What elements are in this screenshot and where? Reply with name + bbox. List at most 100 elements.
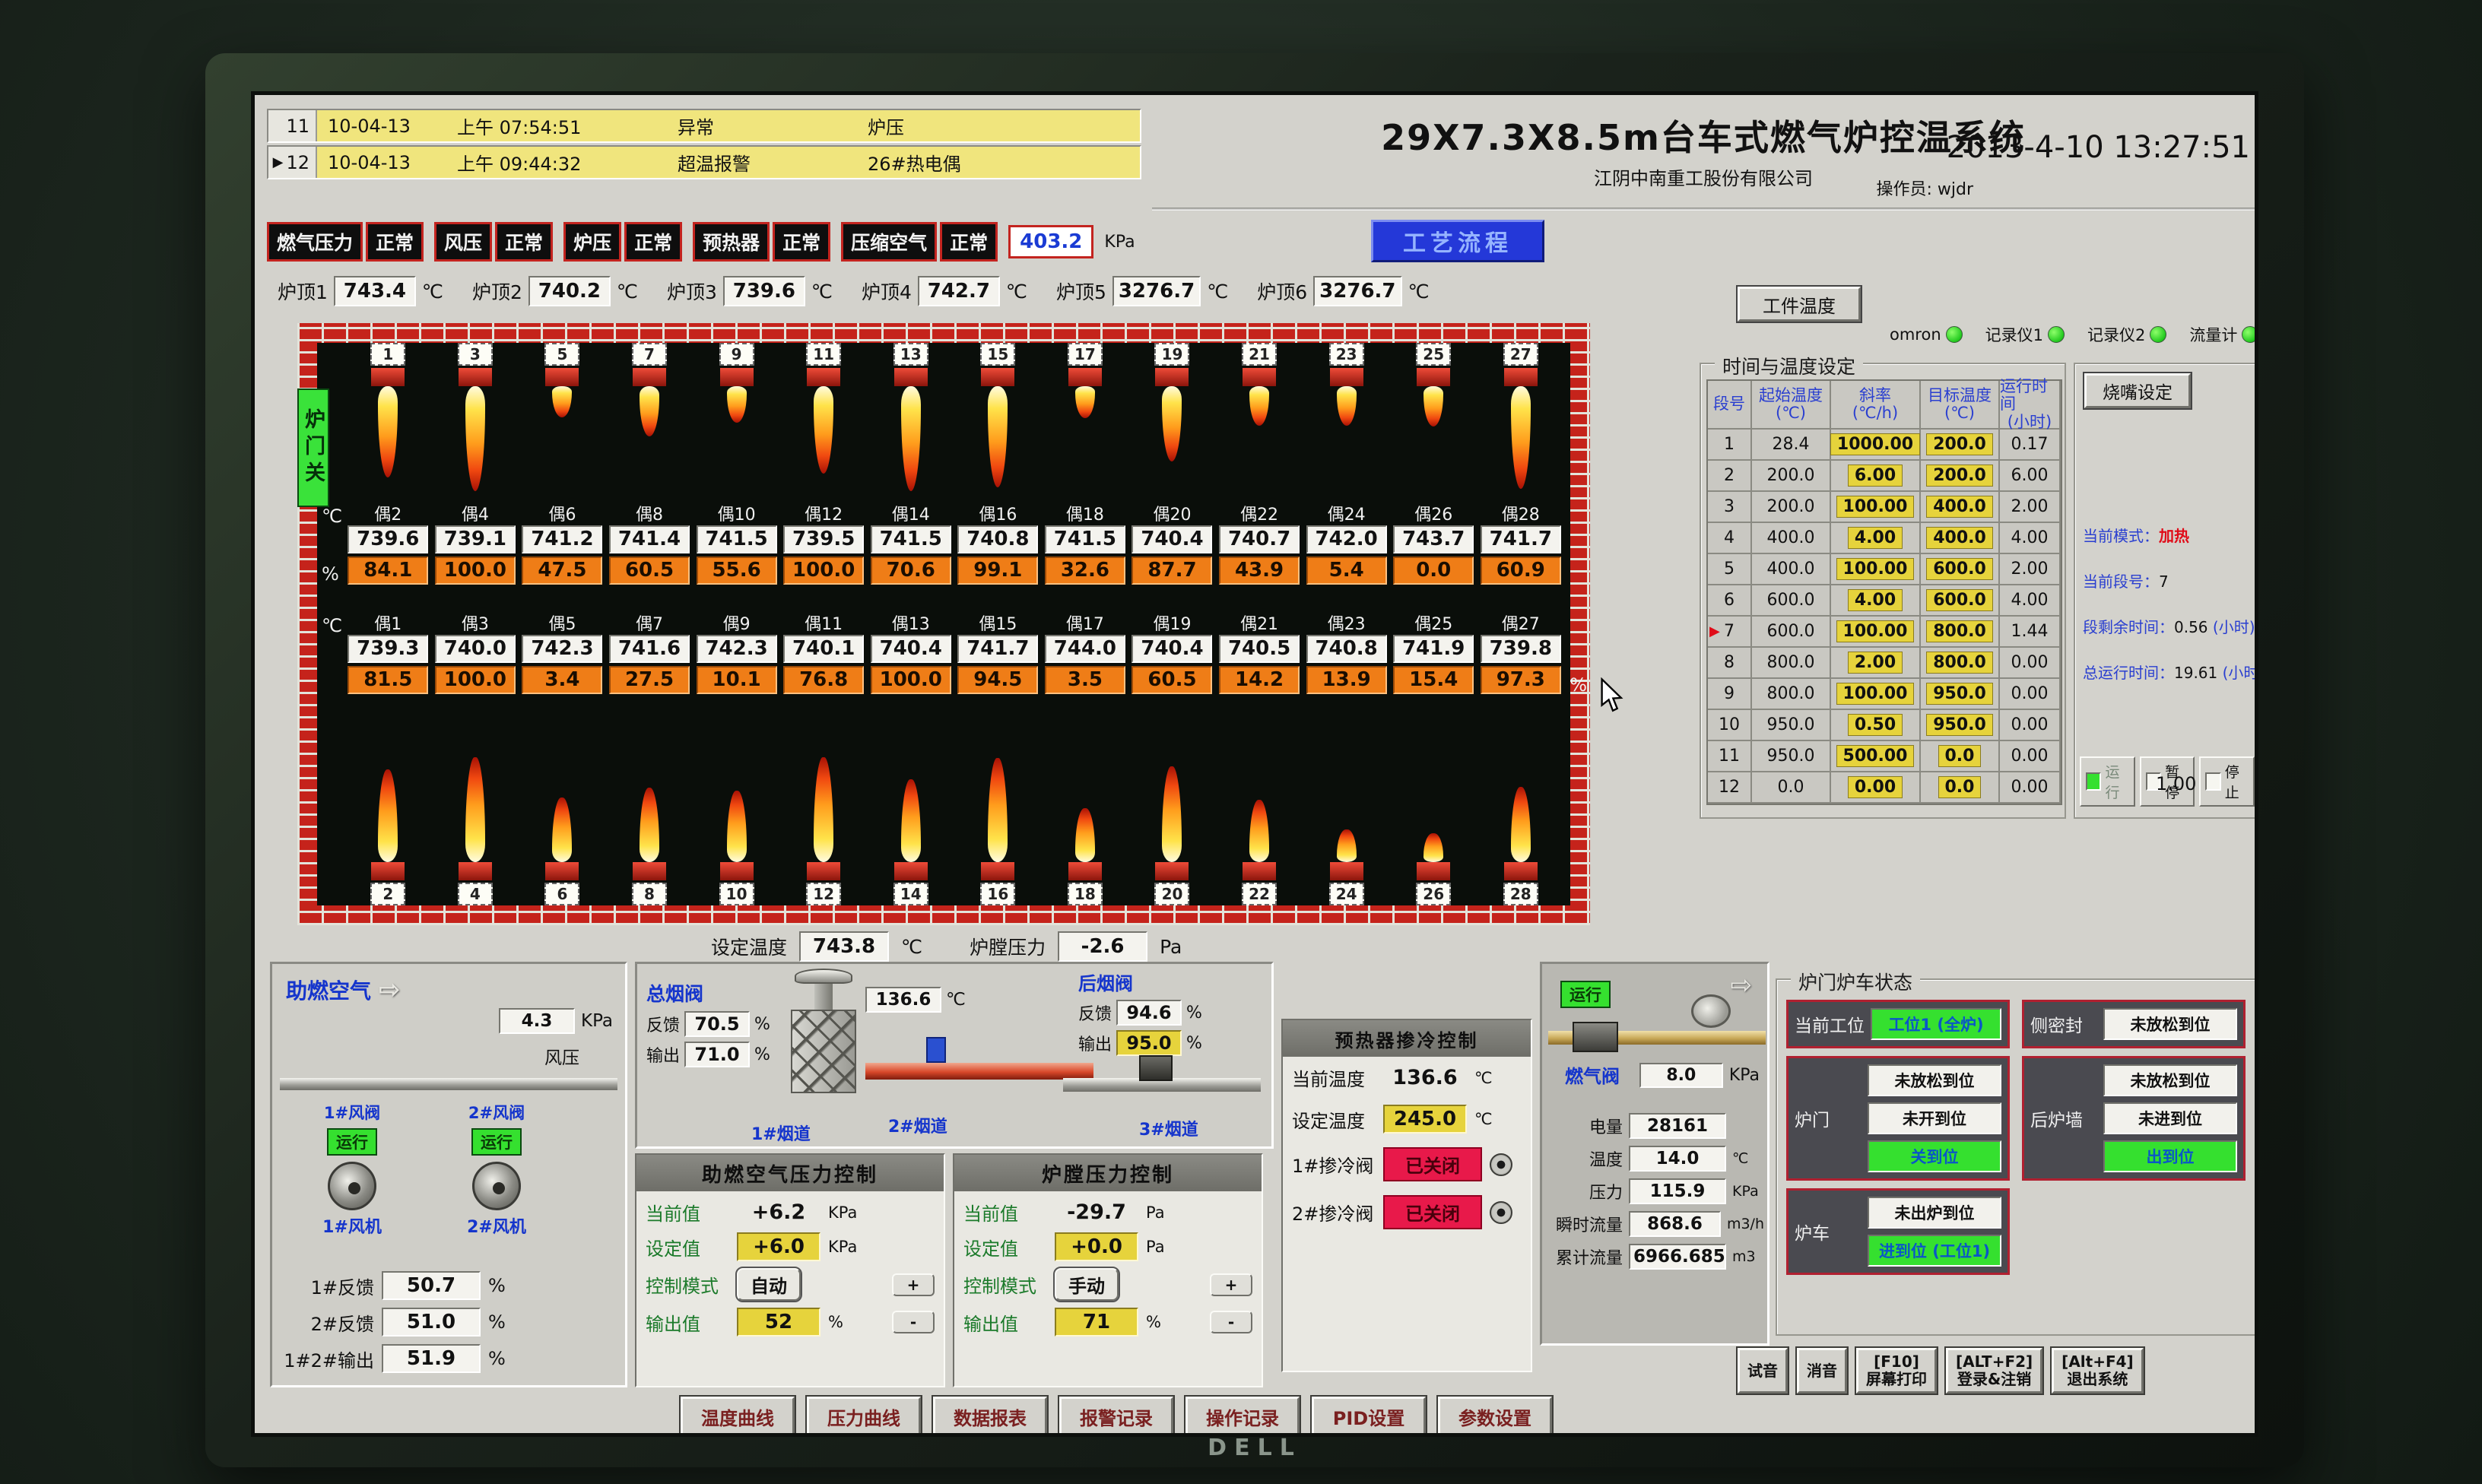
program-table-row[interactable]: ▶7600.0100.00800.01.44 [1708, 617, 2061, 648]
editable-setpoint-value[interactable]: 400.0 [1926, 527, 1993, 549]
program-table-cell[interactable]: 200.0 [1921, 461, 2000, 490]
program-table-cell[interactable]: 2.00 [1831, 648, 1921, 677]
system-button[interactable]: [F10]屏幕打印 [1856, 1348, 1937, 1394]
editable-setpoint-value[interactable]: 600.0 [1926, 558, 1993, 580]
editable-setpoint-value[interactable]: 0.00 [1848, 776, 1903, 798]
chamber-set-value[interactable]: +0.0 [1055, 1232, 1138, 1261]
editable-setpoint-value[interactable]: 100.00 [1836, 558, 1915, 580]
valve-indicator-icon[interactable] [1490, 1153, 1512, 1176]
stop-checkbox-button[interactable]: 停止 [2199, 756, 2255, 807]
toolbar-button[interactable]: 参数设置 [1438, 1397, 1552, 1436]
editable-setpoint-value[interactable]: 600.0 [1926, 589, 1993, 611]
air-ctrl-plus-button[interactable]: + [892, 1273, 935, 1296]
program-table-cell[interactable]: 400.0 [1921, 492, 2000, 522]
program-table-cell[interactable]: 400.0 [1921, 523, 2000, 553]
toolbar-button[interactable]: 温度曲线 [681, 1397, 795, 1436]
editable-setpoint-value[interactable]: 500.00 [1836, 745, 1915, 767]
toolbar-button[interactable]: 数据报表 [933, 1397, 1047, 1436]
program-table-cell[interactable]: 100.00 [1831, 492, 1921, 522]
precool-set-value[interactable]: 245.0 [1383, 1105, 1467, 1134]
chamber-current-row: 当前值 -29.7 Pa [963, 1199, 1252, 1226]
program-table-cell[interactable]: 600.0 [1921, 554, 2000, 584]
stop-checkbox[interactable] [2205, 772, 2220, 791]
program-table-row[interactable]: 120.00.000.00.00 [1708, 772, 2061, 804]
program-table-row[interactable]: 9800.0100.00950.00.00 [1708, 679, 2061, 710]
program-table-cell[interactable]: 800.0 [1921, 617, 2000, 646]
process-flow-button[interactable]: 工艺流程 [1371, 220, 1544, 262]
program-table-cell[interactable]: 0.00 [1831, 772, 1921, 802]
program-table-cell[interactable]: 950.0 [1921, 710, 2000, 740]
chamber-mode-button[interactable]: 手动 [1055, 1268, 1119, 1301]
program-table-row[interactable]: 6600.04.00600.04.00 [1708, 585, 2061, 617]
air-ctrl-output-value[interactable]: 52 [737, 1308, 820, 1337]
editable-setpoint-value[interactable]: 1000.00 [1830, 433, 1920, 455]
editable-setpoint-value[interactable]: 400.0 [1926, 496, 1993, 518]
program-table-row[interactable]: 5400.0100.00600.02.00 [1708, 554, 2061, 585]
system-button[interactable]: [ALT+F2]登录&注销 [1946, 1348, 2042, 1394]
air-ctrl-mode-button[interactable]: 自动 [737, 1268, 801, 1301]
program-table-row[interactable]: 11950.0500.000.00.00 [1708, 741, 2061, 772]
program-table-row[interactable]: 2200.06.00200.06.00 [1708, 461, 2061, 492]
program-table-cell[interactable]: 800.0 [1921, 648, 2000, 677]
editable-setpoint-value[interactable]: 6.00 [1848, 465, 1903, 487]
system-button[interactable]: 试音 [1738, 1348, 1788, 1394]
toolbar-button[interactable]: 报警记录 [1059, 1397, 1173, 1436]
editable-setpoint-value[interactable]: 100.00 [1836, 620, 1915, 642]
program-table-cell[interactable]: 100.00 [1831, 617, 1921, 646]
program-table-cell[interactable]: 100.00 [1831, 554, 1921, 584]
door-status-col-right: 侧密封未放松到位后炉墙未放松到位未进到位出到位 [2022, 1000, 2246, 1275]
run-checkbox[interactable] [2086, 772, 2101, 791]
alarm-list[interactable]: 1110-04-13上午 07:54:51异常炉压▶1210-04-13上午 0… [267, 109, 1141, 182]
editable-setpoint-value[interactable]: 0.0 [1938, 745, 1982, 767]
toolbar-button[interactable]: PID设置 [1312, 1397, 1426, 1436]
program-table-cell[interactable]: 0.0 [1921, 772, 2000, 802]
editable-setpoint-value[interactable]: 0.50 [1848, 714, 1903, 736]
editable-setpoint-value[interactable]: 800.0 [1926, 652, 1993, 674]
editable-setpoint-value[interactable]: 100.00 [1836, 496, 1915, 518]
program-table-cell[interactable]: 0.50 [1831, 710, 1921, 740]
editable-setpoint-value[interactable]: 800.0 [1926, 620, 1993, 642]
toolbar-button[interactable]: 压力曲线 [807, 1397, 921, 1436]
editable-setpoint-value[interactable]: 950.0 [1926, 714, 1993, 736]
editable-setpoint-value[interactable]: 100.00 [1836, 683, 1915, 705]
system-button[interactable]: 消音 [1797, 1348, 1847, 1394]
program-table-cell[interactable]: 200.0 [1921, 430, 2000, 459]
program-table-cell[interactable]: 100.00 [1831, 679, 1921, 709]
editable-setpoint-value[interactable]: 4.00 [1848, 589, 1903, 611]
program-table-row[interactable]: 128.41000.00200.00.17 [1708, 430, 2061, 461]
chamber-plus-button[interactable]: + [1210, 1273, 1252, 1296]
editable-setpoint-value[interactable]: 0.0 [1938, 776, 1982, 798]
air-ctrl-minus-button[interactable]: - [892, 1311, 935, 1333]
program-table-cell[interactable]: 4.00 [1831, 585, 1921, 615]
program-table-cell[interactable]: 4.00 [1831, 523, 1921, 553]
program-table-cell[interactable]: 600.0 [1921, 585, 2000, 615]
program-table-cell[interactable]: 6.00 [1831, 461, 1921, 490]
program-table-cell[interactable]: 500.00 [1831, 741, 1921, 771]
program-table-row[interactable]: 3200.0100.00400.02.00 [1708, 492, 2061, 523]
program-table[interactable]: 段号起始温度(℃)斜率(℃/h)目标温度(℃)运行时间(小时)128.41000… [1706, 379, 2062, 805]
run-checkbox-button[interactable]: 运行 [2080, 756, 2135, 807]
air-ctrl-set-value[interactable]: +6.0 [737, 1232, 820, 1261]
system-button[interactable]: [Alt+F4]退出系统 [2052, 1348, 2144, 1394]
program-table-cell[interactable]: 1000.00 [1831, 430, 1921, 459]
alarm-row[interactable]: ▶1210-04-13上午 09:44:32超温报警26#热电偶 [267, 145, 1141, 179]
editable-setpoint-value[interactable]: 2.00 [1848, 652, 1903, 674]
editable-setpoint-value[interactable]: 4.00 [1848, 527, 1903, 549]
program-table-cell[interactable]: 950.0 [1921, 679, 2000, 709]
button-hotkey: [Alt+F4] [2061, 1353, 2134, 1371]
editable-setpoint-value[interactable]: 200.0 [1926, 433, 1993, 455]
workpiece-temp-button[interactable]: 工件温度 [1738, 287, 1861, 322]
program-table-cell[interactable]: 0.0 [1921, 741, 2000, 771]
chamber-output-value[interactable]: 71 [1055, 1308, 1138, 1337]
toolbar-button[interactable]: 操作记录 [1185, 1397, 1300, 1436]
editable-setpoint-value[interactable]: 950.0 [1926, 683, 1993, 705]
editable-setpoint-value[interactable]: 200.0 [1926, 465, 1993, 487]
program-table-row[interactable]: 8800.02.00800.00.00 [1708, 648, 2061, 679]
program-table-row[interactable]: 10950.00.50950.00.00 [1708, 710, 2061, 741]
program-table-row[interactable]: 4400.04.00400.04.00 [1708, 523, 2061, 554]
burner-settings-button[interactable]: 烧嘴设定 [2084, 373, 2191, 408]
valve-indicator-icon-2[interactable] [1490, 1201, 1512, 1224]
rear-flue-feedback-value: 94.6 [1116, 1000, 1182, 1026]
alarm-row[interactable]: 1110-04-13上午 07:54:51异常炉压 [267, 109, 1141, 143]
chamber-minus-button[interactable]: - [1210, 1311, 1252, 1333]
